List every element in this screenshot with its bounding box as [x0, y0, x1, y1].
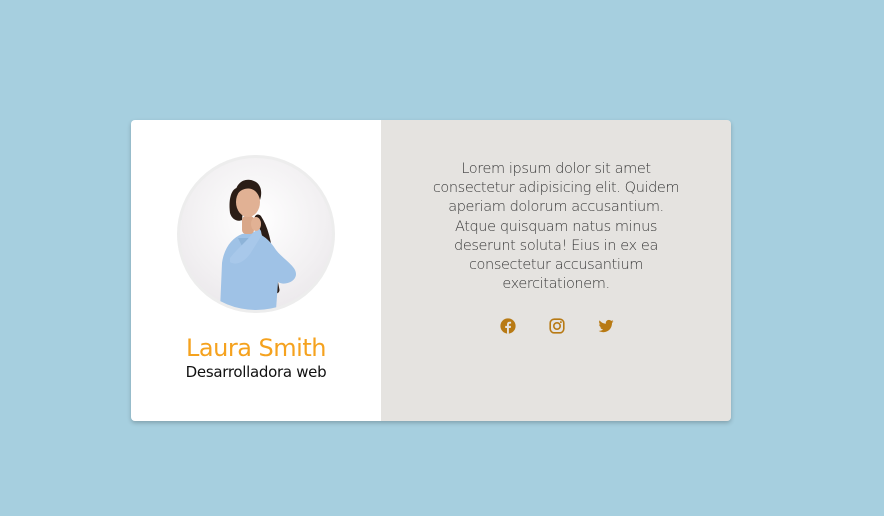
profile-name: Laura Smith [186, 334, 326, 362]
profile-card-left-panel: Laura Smith Desarrolladora web [131, 120, 381, 421]
profile-role: Desarrolladora web [185, 363, 327, 381]
instagram-link[interactable] [549, 318, 565, 334]
facebook-icon [500, 318, 516, 334]
instagram-icon [549, 318, 565, 334]
profile-bio: Lorem ipsum dolor sit amet consectetur a… [432, 161, 680, 293]
profile-card: Laura Smith Desarrolladora web Lorem ips… [131, 120, 731, 421]
avatar [177, 155, 335, 313]
avatar-photo [220, 179, 296, 310]
social-links [382, 318, 731, 334]
twitter-link[interactable] [598, 318, 614, 334]
facebook-link[interactable] [500, 318, 516, 334]
twitter-icon [598, 319, 614, 333]
profile-card-right-panel: Lorem ipsum dolor sit amet consectetur a… [381, 120, 731, 421]
